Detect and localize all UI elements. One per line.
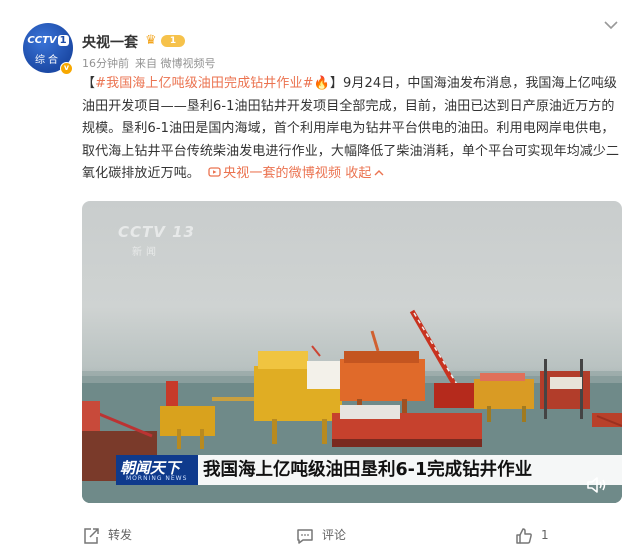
bracket-close: 】 [329, 76, 344, 91]
rank-level: 1 [161, 35, 185, 47]
channel-watermark-sub: 新闻 [132, 247, 160, 258]
repost-label: 转发 [108, 528, 133, 542]
mute-icon[interactable] [586, 476, 608, 494]
avatar-logo-text: CCTV 1 [27, 35, 69, 46]
like-count: 1 [541, 528, 549, 542]
video-link[interactable]: 央视一套的微博视频 [204, 166, 341, 181]
thumbs-up-icon [516, 527, 532, 544]
video-link-icon [208, 167, 221, 177]
fire-emoji-icon: 🔥 [313, 76, 330, 91]
like-button[interactable]: 1 [515, 520, 549, 552]
post-text: 【#我国海上亿吨级油田完成钻井作业#🔥】9月24日，中国海油发布消息，我国海上亿… [82, 73, 622, 186]
account-name[interactable]: 央视一套 [82, 32, 138, 52]
chevron-down-icon[interactable] [604, 18, 618, 34]
comment-button[interactable]: 评论 [296, 520, 346, 552]
repost-icon [84, 527, 99, 544]
comment-icon [297, 528, 313, 544]
comment-label: 评论 [322, 528, 347, 542]
video-caption-title: 我国海上亿吨级油田垦利6-1完成钻井作业 [198, 455, 622, 485]
program-brand-sub: MORNING NEWS [126, 475, 188, 482]
video-caption-bar: 朝闻天下 MORNING NEWS 我国海上亿吨级油田垦利6-1完成钻井作业 [116, 455, 622, 485]
post-meta: 16分钟前 来自 微博视频号 [82, 55, 222, 71]
chevron-up-icon [374, 170, 384, 176]
hashtag-link[interactable]: #我国海上亿吨级油田完成钻井作业# [95, 76, 314, 91]
verified-badge-icon: v [60, 62, 73, 75]
post-source[interactable]: 来自 微博视频号 [135, 57, 216, 70]
bracket-open: 【 [82, 76, 96, 91]
repost-button[interactable]: 转发 [82, 520, 132, 552]
video-player[interactable]: CCTV 13 新闻 朝闻天下 MORNING NEWS 我国海上亿吨级油田垦利… [82, 201, 622, 503]
action-bar: 转发 评论 1 [0, 520, 644, 552]
rank-badge[interactable]: ♛ 1 [145, 33, 185, 48]
channel-watermark: CCTV 13 [118, 223, 195, 241]
program-brand: 朝闻天下 MORNING NEWS [116, 455, 198, 485]
collapse-link[interactable]: 收起 [345, 166, 384, 181]
post-time[interactable]: 16分钟前 [82, 57, 129, 70]
crown-icon: ♛ [145, 33, 157, 48]
